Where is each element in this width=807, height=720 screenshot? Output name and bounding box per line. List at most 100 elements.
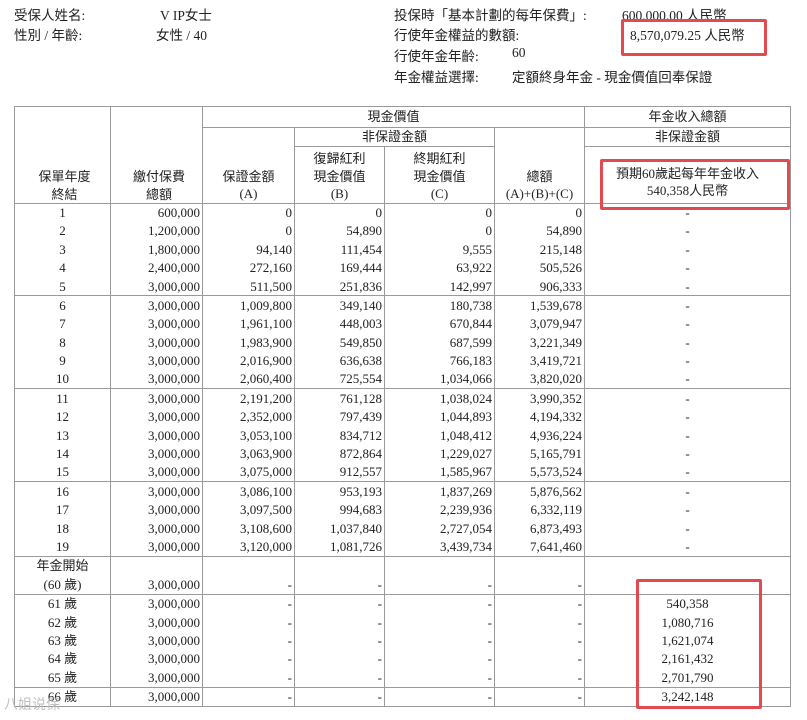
cell-a: - bbox=[202, 631, 295, 650]
table-row: 14 3,000,000 3,063,900 872,864 1,229,027 5,16… bbox=[14, 444, 792, 463]
cell-premium: 3,000,000 bbox=[110, 481, 203, 501]
cell-a: 272,160 bbox=[202, 258, 295, 278]
cell-c: 63,922 bbox=[384, 258, 495, 278]
table-row: 年金開始 bbox=[14, 555, 792, 576]
cell-premium: 3,000,000 bbox=[110, 519, 203, 538]
table-row: 5 3,000,000 511,500 251,836 142,997 906,333- bbox=[14, 277, 792, 296]
cell-total: - bbox=[493, 649, 586, 669]
cell-premium: 3,000,000 bbox=[110, 444, 203, 463]
cell-c: 1,034,066 bbox=[384, 370, 495, 389]
cell-c: 9,555 bbox=[384, 240, 495, 259]
table-row: 17 3,000,000 3,097,500 994,683 2,239,936 6,33… bbox=[14, 500, 792, 520]
cell-c: 180,738 bbox=[384, 295, 495, 315]
cell-annuity: - bbox=[584, 277, 792, 296]
cell-year: 7 bbox=[14, 314, 111, 334]
cell-year: 11 bbox=[14, 388, 111, 408]
cell-total: 505,526 bbox=[493, 258, 586, 278]
cell-premium: 3,000,000 bbox=[110, 613, 203, 632]
cell-c: 687,599 bbox=[384, 333, 495, 352]
cell-annuity: - bbox=[584, 426, 792, 445]
cell-c: 3,439,734 bbox=[384, 537, 495, 557]
cell-year: 15 bbox=[14, 462, 111, 482]
cell-b: 797,439 bbox=[294, 407, 385, 427]
cell-premium: 3,000,000 bbox=[110, 462, 203, 482]
cell-b: - bbox=[294, 575, 385, 595]
cell-a: 511,500 bbox=[202, 277, 295, 296]
table-row: 12 3,000,000 2,352,000 797,439 1,044,893 4,19… bbox=[14, 407, 792, 427]
highlight-annuity-benefit bbox=[621, 19, 767, 56]
cell-c: 0 bbox=[384, 221, 495, 241]
cell-total: 3,221,349 bbox=[493, 333, 586, 352]
cell-total: 54,890 bbox=[493, 221, 586, 241]
cell-c: - bbox=[384, 668, 495, 688]
cell-total: 6,332,119 bbox=[493, 500, 586, 520]
cell-a: 2,191,200 bbox=[202, 388, 295, 408]
cell-c: 0 bbox=[384, 202, 495, 222]
cell-premium: 3,000,000 bbox=[110, 388, 203, 408]
cell-a: - bbox=[202, 649, 295, 669]
cell-annuity: - bbox=[584, 240, 792, 259]
cell-year: 9 bbox=[14, 351, 111, 371]
table-row: 16 3,000,000 3,086,100 953,193 1,837,269 5,87… bbox=[14, 481, 792, 501]
annuity-age-value: 60 bbox=[512, 45, 526, 60]
cell-year: 2 bbox=[14, 221, 111, 241]
cell-year: 19 bbox=[14, 537, 111, 557]
cell-total: 215,148 bbox=[493, 240, 586, 259]
table-row: 11 3,000,000 2,191,200 761,128 1,038,024 3,99… bbox=[14, 388, 792, 408]
cell-empty bbox=[384, 555, 495, 576]
annuity-benefit-label: 行使年金權益的數額: bbox=[394, 28, 520, 43]
table-row: 15 3,000,000 3,075,000 912,557 1,585,967 5,57… bbox=[14, 462, 792, 482]
insured-name-value: V IP女士 bbox=[160, 8, 212, 23]
cell-a: 94,140 bbox=[202, 240, 295, 259]
gender-age-label: 性別 / 年齡: bbox=[14, 28, 83, 43]
table-row: 8 3,000,000 1,983,900 549,850 687,599 3,221,3… bbox=[14, 333, 792, 352]
cell-a: 3,063,900 bbox=[202, 444, 295, 463]
watermark: 八姐说保 bbox=[4, 697, 60, 713]
cell-annuity: - bbox=[584, 407, 792, 427]
cell-total: 3,079,947 bbox=[493, 314, 586, 334]
cell-c: 1,038,024 bbox=[384, 388, 495, 408]
cell-c: 142,997 bbox=[384, 277, 495, 296]
cell-b: - bbox=[294, 613, 385, 632]
cell-premium: 3,000,000 bbox=[110, 686, 203, 708]
cell-premium: 3,000,000 bbox=[110, 426, 203, 445]
cell-a: - bbox=[202, 668, 295, 688]
cell-total: 4,194,332 bbox=[493, 407, 586, 427]
cell-premium: 3,000,000 bbox=[110, 351, 203, 371]
cell-premium: 3,000,000 bbox=[110, 537, 203, 557]
col-premium: 繳付保費 總額 bbox=[132, 169, 185, 202]
table-row: 2 1,200,000 0 54,890 0 54,890- bbox=[14, 221, 792, 241]
col-guaranteed: 保證金額 (A) bbox=[202, 146, 295, 204]
cell-b: 1,081,726 bbox=[294, 537, 385, 557]
cell-annuity: - bbox=[584, 221, 792, 241]
cell-annuity: - bbox=[584, 370, 792, 389]
cell-b: 725,554 bbox=[294, 370, 385, 389]
cell-b: 761,128 bbox=[294, 388, 385, 408]
cell-annuity: - bbox=[584, 537, 792, 557]
table-row: 9 3,000,000 2,016,900 636,638 766,183 3,419,7… bbox=[14, 351, 792, 371]
cell-total: 4,936,224 bbox=[493, 426, 586, 445]
cell-b: - bbox=[294, 649, 385, 669]
cell-a: 1,983,900 bbox=[202, 333, 295, 352]
cell-a: 0 bbox=[202, 221, 295, 241]
cell-total: - bbox=[493, 613, 586, 632]
annuity-option-label: 年金權益選擇: bbox=[394, 70, 479, 85]
non-guaranteed-subheader: 非保證金額 bbox=[294, 127, 495, 147]
cell-b: 834,712 bbox=[294, 426, 385, 445]
cell-c: - bbox=[384, 613, 495, 632]
cell-c: 1,229,027 bbox=[384, 444, 495, 463]
gender-age-value: 女性 / 40 bbox=[156, 28, 208, 43]
cell-year: 8 bbox=[14, 333, 111, 352]
cell-premium: 3,000,000 bbox=[110, 370, 203, 389]
cell-c: 1,837,269 bbox=[384, 481, 495, 501]
cell-year: 16 bbox=[14, 481, 111, 501]
cell-premium: 3,000,000 bbox=[110, 668, 203, 688]
cell-a: 2,016,900 bbox=[202, 351, 295, 371]
annuity-income-group-header: 年金收入總額 bbox=[584, 106, 792, 128]
cell-a: 3,108,600 bbox=[202, 519, 295, 538]
table-row: 3 1,800,000 94,140 111,454 9,555 215,148- bbox=[14, 240, 792, 259]
annuity-age-label: 行使年金年齡: bbox=[394, 49, 479, 64]
cell-c: - bbox=[384, 593, 495, 614]
cell-b: 169,444 bbox=[294, 258, 385, 278]
insured-name-label: 受保人姓名: bbox=[14, 8, 86, 23]
